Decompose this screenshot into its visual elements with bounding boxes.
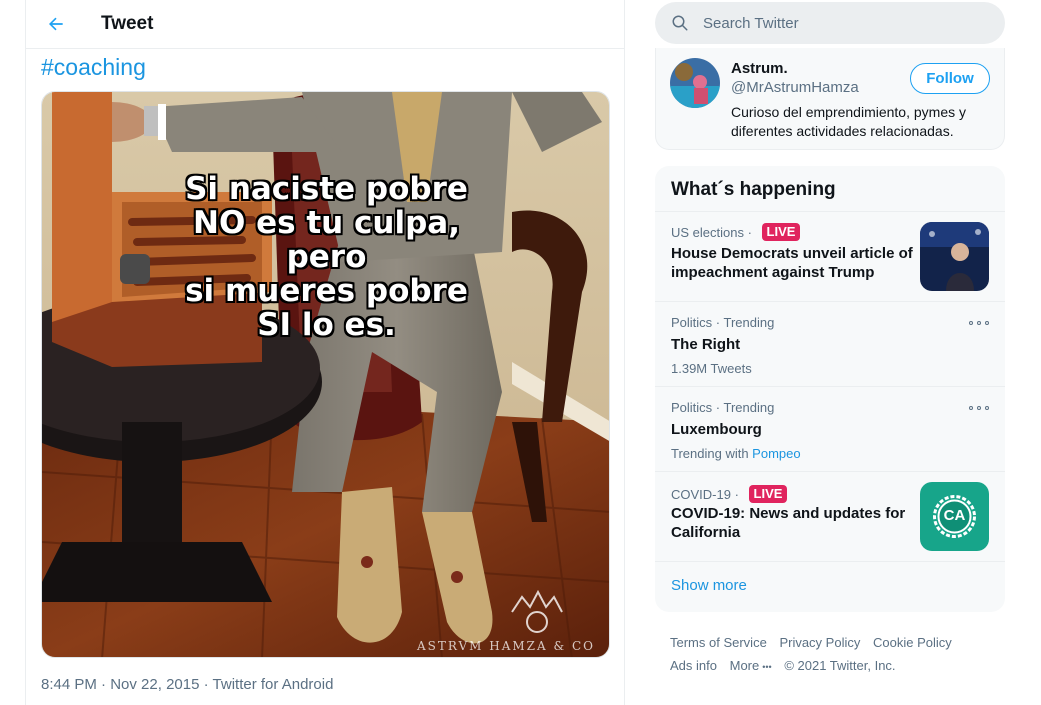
trend-category-label: US elections bbox=[671, 224, 744, 240]
trend-category: Politics · Trending bbox=[671, 400, 775, 415]
trend-title: COVID-19: News and updates for Californi… bbox=[671, 505, 906, 541]
footer-link-privacy[interactable]: Privacy Policy bbox=[779, 635, 860, 650]
trend-thumbnail bbox=[920, 222, 989, 291]
category-separator: · bbox=[730, 486, 743, 502]
arrow-left-icon bbox=[49, 17, 63, 31]
trends-panel: What´s happening US elections · LIVE Hou… bbox=[655, 166, 1005, 612]
tweet-source[interactable]: Twitter for Android bbox=[213, 676, 334, 693]
trend-category: COVID-19 · LIVE bbox=[671, 485, 788, 503]
meme-line: SI lo es. bbox=[257, 307, 396, 343]
search-icon bbox=[672, 15, 688, 31]
more-options-icon[interactable] bbox=[969, 403, 989, 413]
trends-title: What´s happening bbox=[671, 179, 836, 200]
footer-more-button[interactable]: More ••• bbox=[730, 658, 772, 673]
trend-item[interactable]: US elections · LIVE House Democrats unve… bbox=[655, 212, 1005, 302]
meta-separator: · bbox=[101, 676, 111, 693]
avatar[interactable] bbox=[670, 58, 720, 108]
trend-category-label: COVID-19 bbox=[671, 486, 731, 502]
profile-name[interactable]: Astrum. bbox=[731, 60, 788, 77]
tweet-date[interactable]: Nov 22, 2015 bbox=[110, 676, 199, 693]
follow-button[interactable]: Follow bbox=[910, 63, 990, 94]
copyright: © 2021 Twitter, Inc. bbox=[784, 658, 896, 673]
footer-link-ads-info[interactable]: Ads info bbox=[670, 658, 717, 673]
trend-thumbnail-label: CA bbox=[943, 507, 966, 524]
trend-thumbnail: CA bbox=[920, 482, 989, 551]
footer-more-label: More bbox=[729, 658, 760, 673]
profile-handle: @MrAstrumHamza bbox=[731, 79, 859, 96]
trend-category: Politics · Trending bbox=[671, 315, 775, 330]
search-input[interactable] bbox=[703, 14, 983, 32]
footer: Terms of Service Privacy Policy Cookie P… bbox=[670, 631, 990, 679]
footer-link-terms[interactable]: Terms of Service bbox=[670, 635, 767, 650]
tweet-time[interactable]: 8:44 PM bbox=[41, 676, 97, 693]
trend-item[interactable]: Politics · Trending The Right 1.39M Twee… bbox=[655, 302, 1005, 387]
trend-category: US elections · LIVE bbox=[671, 223, 801, 241]
hashtag-link[interactable]: #coaching bbox=[41, 54, 146, 81]
meme-line: pero bbox=[286, 239, 367, 275]
trend-context: Trending with Pompeo bbox=[671, 446, 801, 461]
trend-context-link[interactable]: Pompeo bbox=[752, 446, 800, 461]
meme-caption: Si naciste pobre NO es tu culpa, pero si… bbox=[42, 171, 609, 343]
more-options-icon[interactable] bbox=[969, 318, 989, 328]
meme-line: Si naciste pobre bbox=[185, 171, 468, 207]
live-badge: LIVE bbox=[761, 223, 801, 241]
tweet-image[interactable]: Si naciste pobre NO es tu culpa, pero si… bbox=[41, 91, 610, 658]
meme-line: si mueres pobre bbox=[185, 273, 468, 309]
trend-item[interactable]: COVID-19 · LIVE COVID-19: News and updat… bbox=[655, 472, 1005, 562]
meta-separator: · bbox=[203, 676, 213, 693]
search-bar[interactable] bbox=[655, 2, 1005, 44]
trend-title: Luxembourg bbox=[671, 421, 762, 438]
trend-title: House Democrats unveil article of impeac… bbox=[671, 245, 913, 281]
trend-tweet-count: 1.39M Tweets bbox=[671, 361, 752, 376]
profile-card: Astrum. @MrAstrumHamza Follow Curioso de… bbox=[655, 48, 1005, 150]
trend-context-prefix: Trending with bbox=[671, 446, 753, 461]
meme-line: NO es tu culpa, bbox=[193, 205, 460, 241]
show-more-link[interactable]: Show more bbox=[671, 577, 747, 594]
tweet-timestamp: 8:44 PM · Nov 22, 2015 · Twitter for And… bbox=[41, 676, 333, 693]
top-bar: Tweet bbox=[26, 0, 624, 49]
tweet-column: Tweet #coaching Si naciste pobre NO es t… bbox=[25, 0, 625, 705]
back-button[interactable] bbox=[38, 6, 74, 42]
trend-title: The Right bbox=[671, 336, 741, 353]
footer-link-cookies[interactable]: Cookie Policy bbox=[873, 635, 952, 650]
profile-bio: Curioso del emprendimiento, pymes y dife… bbox=[731, 104, 966, 139]
trend-item[interactable]: Politics · Trending Luxembourg Trending … bbox=[655, 387, 1005, 472]
more-dots-icon: ••• bbox=[762, 662, 772, 672]
page-title: Tweet bbox=[101, 13, 154, 34]
image-watermark: ASTRVM HAMZA & CO bbox=[416, 639, 595, 653]
live-badge: LIVE bbox=[748, 485, 788, 503]
category-separator: · bbox=[743, 224, 756, 240]
